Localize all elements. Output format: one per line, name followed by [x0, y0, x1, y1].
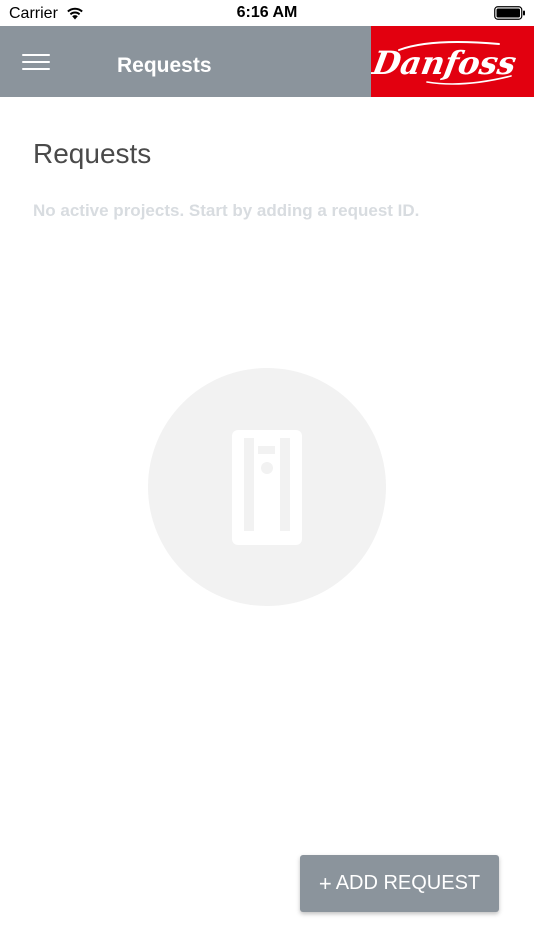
- battery-icon: [494, 6, 525, 20]
- danfoss-logo: Danfoss: [369, 26, 534, 97]
- add-request-label: ADD REQUEST: [335, 872, 481, 894]
- drive-device-icon: [232, 430, 302, 545]
- status-time: 6:16 AM: [236, 4, 298, 21]
- header-title: Requests: [117, 54, 212, 77]
- empty-state-illustration: [148, 368, 386, 606]
- page-title: Requests: [33, 138, 152, 169]
- add-request-button[interactable]: + ADD REQUEST: [300, 855, 499, 912]
- plus-icon: +: [318, 870, 332, 896]
- empty-state-message: No active projects. Start by adding a re…: [33, 201, 420, 220]
- logo-text: Danfoss: [371, 44, 519, 82]
- hamburger-menu-icon[interactable]: [22, 52, 50, 72]
- app-header: Requests Danfoss: [0, 26, 534, 97]
- status-bar: Carrier 6:16 AM: [0, 0, 534, 26]
